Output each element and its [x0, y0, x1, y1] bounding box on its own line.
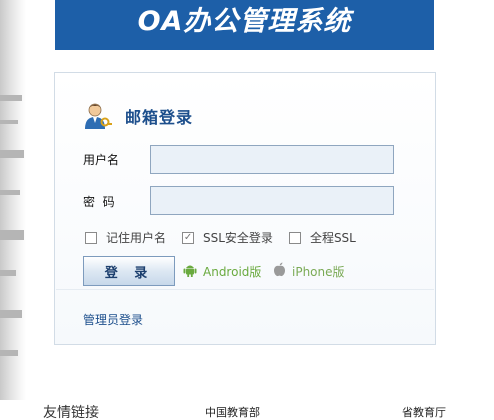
iphone-link[interactable]: iPhone版	[273, 262, 345, 280]
friend-links-title: 友情链接	[43, 405, 99, 420]
login-header: 邮箱登录	[83, 101, 193, 131]
panel-divider	[56, 289, 434, 290]
admin-login-link[interactable]: 管理员登录	[83, 311, 143, 328]
ssl-login-option[interactable]: ✓ SSL安全登录	[182, 229, 273, 246]
android-link[interactable]: Android版	[183, 262, 261, 280]
app-title: OA办公管理系统	[137, 5, 352, 37]
login-options: 记住用户名 ✓ SSL安全登录 全程SSL	[85, 229, 372, 246]
username-input[interactable]	[150, 145, 394, 174]
iphone-label: iPhone版	[292, 264, 345, 279]
background-photo	[0, 0, 26, 400]
password-label: 密 码	[83, 195, 115, 209]
login-button[interactable]: 登 录	[83, 256, 175, 286]
footer-link-provincial[interactable]: 省教育厅	[402, 404, 446, 420]
android-icon	[183, 262, 197, 280]
remember-username-label: 记住用户名	[106, 231, 167, 245]
remember-username-option[interactable]: 记住用户名	[85, 229, 166, 246]
header-banner: OA办公管理系统	[55, 0, 434, 50]
user-key-icon	[83, 101, 113, 131]
ssl-login-checkbox[interactable]: ✓	[182, 231, 195, 244]
username-label: 用户名	[83, 153, 120, 167]
login-title: 邮箱登录	[125, 108, 194, 127]
full-ssl-checkbox[interactable]	[288, 231, 301, 244]
apple-icon	[273, 262, 286, 280]
full-ssl-label: 全程SSL	[309, 231, 356, 245]
login-panel: 邮箱登录 用户名 密 码 记住用户名 ✓ SSL安全登录 全程SSL 登 录 A…	[54, 72, 436, 345]
ssl-login-label: SSL安全登录	[203, 231, 273, 245]
remember-username-checkbox[interactable]	[85, 231, 97, 244]
password-input[interactable]	[150, 186, 394, 215]
full-ssl-option[interactable]: 全程SSL	[288, 229, 356, 246]
footer-link-ministry[interactable]: 中国教育部	[205, 404, 260, 420]
android-label: Android版	[203, 264, 262, 279]
